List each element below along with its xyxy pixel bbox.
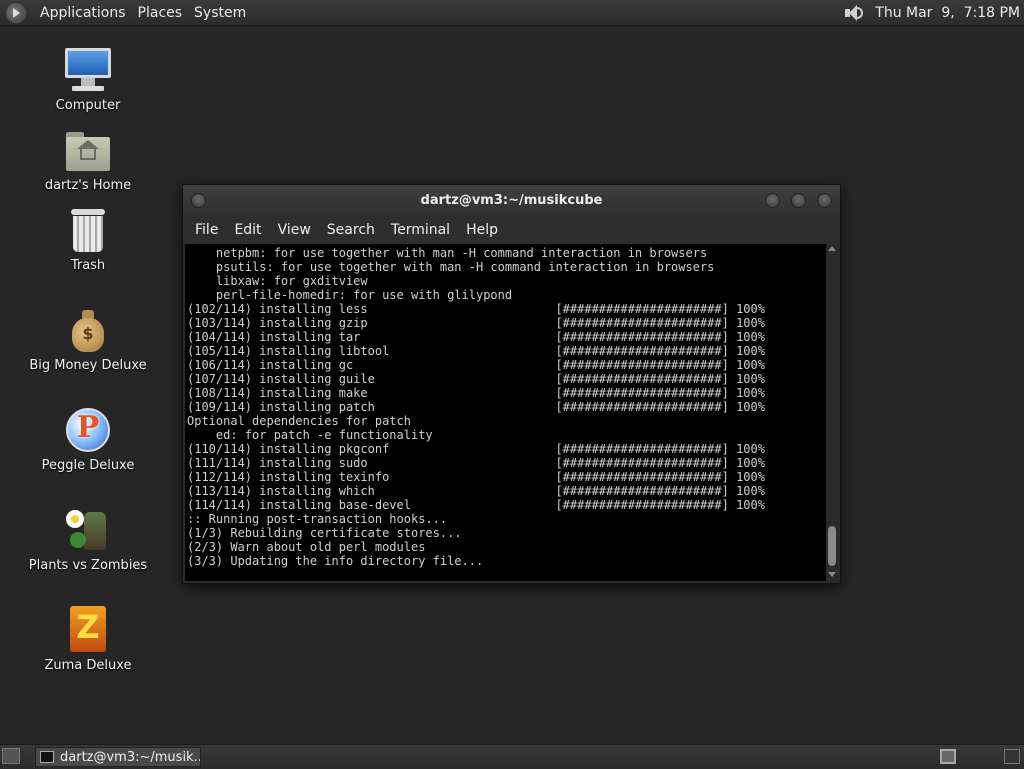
terminal-line: (104/114) installing tar [##############… bbox=[187, 330, 765, 344]
desktop-icon-label: Zuma Deluxe bbox=[44, 658, 132, 673]
plants-vs-zombies-icon bbox=[64, 506, 112, 554]
menu-terminal[interactable]: Terminal bbox=[383, 222, 458, 238]
volume-icon[interactable] bbox=[843, 3, 865, 23]
terminal-text: netpbm: for use together with man -H com… bbox=[185, 244, 826, 568]
terminal-line: netpbm: for use together with man -H com… bbox=[187, 246, 708, 260]
desktop-icon-peggle-deluxe[interactable]: P Peggle Deluxe bbox=[23, 406, 153, 473]
menu-file[interactable]: File bbox=[187, 222, 226, 238]
desktop-icon-big-money-deluxe[interactable]: $ Big Money Deluxe bbox=[23, 306, 153, 373]
clock[interactable]: Thu Mar 9, 7:18 PM bbox=[875, 5, 1020, 21]
taskbar-button-label: dartz@vm3:~/musik... bbox=[60, 749, 201, 765]
terminal-line: ed: for patch -e functionality bbox=[187, 428, 433, 442]
menu-view[interactable]: View bbox=[270, 222, 319, 238]
show-desktop-icon[interactable] bbox=[2, 748, 20, 764]
menu-places[interactable]: Places bbox=[132, 5, 189, 21]
top-panel: Applications Places System Thu Mar 9, 7:… bbox=[0, 0, 1024, 26]
desktop-icon-label: dartz's Home bbox=[44, 178, 132, 193]
terminal-line: (110/114) installing pkgconf [##########… bbox=[187, 442, 765, 456]
terminal-line: (108/114) installing make [#############… bbox=[187, 386, 765, 400]
minimize-button[interactable] bbox=[765, 193, 780, 208]
computer-icon bbox=[64, 46, 112, 94]
terminal-line: (103/114) installing gzip [#############… bbox=[187, 316, 765, 330]
bottom-panel: dartz@vm3:~/musik... bbox=[0, 744, 1024, 769]
menu-applications[interactable]: Applications bbox=[34, 5, 132, 21]
terminal-line: (109/114) installing patch [############… bbox=[187, 400, 765, 414]
trash-icon bbox=[64, 206, 112, 254]
maximize-button[interactable] bbox=[791, 193, 806, 208]
terminal-line: libxaw: for gxditview bbox=[187, 274, 368, 288]
scroll-up-icon[interactable] bbox=[828, 246, 836, 251]
terminal-line: (113/114) installing which [############… bbox=[187, 484, 765, 498]
terminal-line: (106/114) installing gc [###############… bbox=[187, 358, 765, 372]
home-folder-icon bbox=[64, 126, 112, 174]
desktop-icon-zuma-deluxe[interactable]: Z Zuma Deluxe bbox=[23, 606, 153, 673]
scrollbar-thumb[interactable] bbox=[828, 526, 836, 566]
terminal-window[interactable]: dartz@vm3:~/musikcube File Edit View Sea… bbox=[182, 184, 841, 584]
workspace-2[interactable] bbox=[1004, 749, 1020, 764]
desktop-icon-home[interactable]: dartz's Home bbox=[23, 126, 153, 193]
terminal-line: (1/3) Rebuilding certificate stores... bbox=[187, 526, 462, 540]
desktop-icon-plants-vs-zombies[interactable]: Plants vs Zombies bbox=[23, 506, 153, 573]
peggle-icon: P bbox=[64, 406, 112, 454]
desktop-icon-label: Peggle Deluxe bbox=[41, 458, 135, 473]
menu-help[interactable]: Help bbox=[458, 222, 506, 238]
desktop-icon-label: Computer bbox=[55, 98, 121, 113]
main-menu-logo-icon[interactable] bbox=[6, 2, 26, 23]
terminal-line: (111/114) installing sudo [#############… bbox=[187, 456, 765, 470]
terminal-icon bbox=[40, 751, 54, 763]
terminal-menubar: File Edit View Search Terminal Help bbox=[183, 216, 840, 244]
scroll-down-icon[interactable] bbox=[828, 572, 836, 577]
terminal-line: (102/114) installing less [#############… bbox=[187, 302, 765, 316]
terminal-line: (114/114) installing base-devel [#######… bbox=[187, 498, 765, 512]
money-bag-icon: $ bbox=[64, 306, 112, 354]
terminal-line: (105/114) installing libtool [##########… bbox=[187, 344, 765, 358]
terminal-line: :: Running post-transaction hooks... bbox=[187, 512, 448, 526]
desktop-icon-label: Plants vs Zombies bbox=[28, 558, 148, 573]
menu-edit[interactable]: Edit bbox=[226, 222, 269, 238]
terminal-line: (112/114) installing texinfo [##########… bbox=[187, 470, 765, 484]
terminal-output[interactable]: netpbm: for use together with man -H com… bbox=[185, 244, 826, 581]
terminal-scrollbar[interactable] bbox=[826, 244, 838, 581]
workspace-1[interactable] bbox=[940, 749, 956, 764]
desktop-icon-label: Big Money Deluxe bbox=[29, 358, 147, 373]
taskbar-button-terminal[interactable]: dartz@vm3:~/musik... bbox=[35, 747, 201, 767]
terminal-line: psutils: for use together with man -H co… bbox=[187, 260, 715, 274]
terminal-line: (2/3) Warn about old perl modules bbox=[187, 540, 426, 554]
desktop-icon-trash[interactable]: Trash bbox=[23, 206, 153, 273]
desktop-icon-label: Trash bbox=[70, 258, 106, 273]
system-tray: Thu Mar 9, 7:18 PM bbox=[843, 0, 1024, 25]
zuma-icon: Z bbox=[64, 606, 112, 654]
terminal-line: Optional dependencies for patch bbox=[187, 414, 411, 428]
terminal-line: perl-file-homedir: for use with glilypon… bbox=[187, 288, 513, 302]
menu-system[interactable]: System bbox=[188, 5, 252, 21]
menu-search[interactable]: Search bbox=[319, 222, 383, 238]
terminal-line: (3/3) Updating the info directory file..… bbox=[187, 554, 484, 568]
desktop-icon-computer[interactable]: Computer bbox=[23, 46, 153, 113]
window-titlebar[interactable]: dartz@vm3:~/musikcube bbox=[183, 185, 840, 216]
terminal-line: (107/114) installing guile [############… bbox=[187, 372, 765, 386]
window-title: dartz@vm3:~/musikcube bbox=[420, 193, 603, 208]
close-button[interactable] bbox=[817, 193, 832, 208]
